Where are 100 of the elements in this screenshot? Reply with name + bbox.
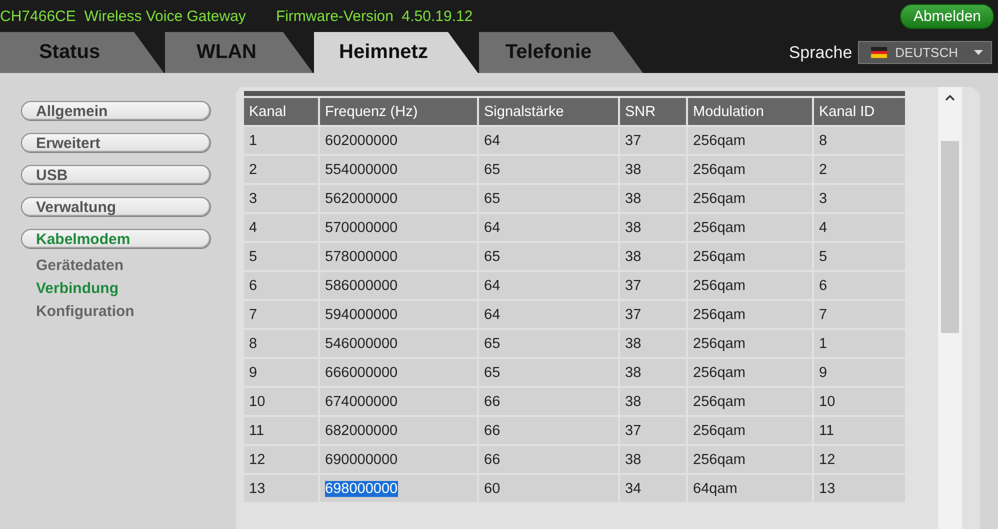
table-cell: 256qam — [688, 446, 812, 473]
table-cell: 256qam — [688, 330, 812, 357]
table-cell: 13 — [244, 475, 318, 502]
table-cell: 6 — [814, 272, 905, 299]
table-cell: 602000000 — [320, 127, 477, 154]
table-cell: 682000000 — [320, 417, 477, 444]
table-cell: 4 — [814, 214, 905, 241]
table-cell: 5 — [244, 243, 318, 270]
column-header: Modulation — [688, 98, 812, 125]
sidebar-subitem[interactable]: Gerätedaten — [21, 257, 236, 274]
table-cell: 674000000 — [320, 388, 477, 415]
sidebar-item[interactable]: Kabelmodem — [21, 229, 211, 249]
column-header: Signalstärke — [479, 98, 618, 125]
table-cell: 38 — [620, 185, 686, 212]
nav-tab[interactable]: Status — [0, 32, 164, 73]
table-cell: 578000000 — [320, 243, 477, 270]
table-cell: 65 — [479, 243, 618, 270]
table-cell: 1 — [244, 127, 318, 154]
table-cell: 256qam — [688, 417, 812, 444]
table-cell: 34 — [620, 475, 686, 502]
table-cell: 570000000 — [320, 214, 477, 241]
column-header: Kanal ID — [814, 98, 905, 125]
flag-icon — [871, 47, 888, 58]
table-cell: 65 — [479, 185, 618, 212]
table-cell: 12 — [814, 446, 905, 473]
table-cell: 64 — [479, 214, 618, 241]
table-cell: 11 — [244, 417, 318, 444]
caret-icon — [974, 50, 983, 55]
table-cell: 64 — [479, 301, 618, 328]
table-cell: 10 — [814, 388, 905, 415]
nav-tab[interactable]: WLAN — [165, 32, 313, 73]
table-cell: 66 — [479, 388, 618, 415]
table-cell: 38 — [620, 156, 686, 183]
device-model: CH7466CE Wireless Voice Gateway — [0, 8, 246, 24]
table-cell: 2 — [814, 156, 905, 183]
table-cell: 66 — [479, 417, 618, 444]
table-cell: 37 — [620, 417, 686, 444]
column-header: Kanal — [244, 98, 318, 125]
language-label: Sprache — [788, 42, 852, 62]
table-cell: 554000000 — [320, 156, 477, 183]
table-cell: 65 — [479, 330, 618, 357]
scroll-up-icon[interactable] — [945, 95, 955, 101]
column-header: SNR — [620, 98, 686, 125]
table-cell: 3 — [814, 185, 905, 212]
table-cell: 10 — [244, 388, 318, 415]
table-cell: 256qam — [688, 301, 812, 328]
table-cell: 64 — [479, 127, 618, 154]
table-cell: 256qam — [688, 214, 812, 241]
table-cell: 64 — [479, 272, 618, 299]
table-cell: 38 — [620, 388, 686, 415]
sidebar-item[interactable]: Verwaltung — [21, 197, 211, 217]
table-cell: 65 — [479, 156, 618, 183]
table-cell: 594000000 — [320, 301, 477, 328]
table-cell: 66 — [479, 446, 618, 473]
table-cell: 38 — [620, 243, 686, 270]
table-cell: 65 — [479, 359, 618, 386]
table-cell: 8 — [244, 330, 318, 357]
table-cell: 546000000 — [320, 330, 477, 357]
table-cell: 256qam — [688, 185, 812, 212]
table-cell: 562000000 — [320, 185, 477, 212]
scrollbar[interactable] — [938, 87, 962, 529]
table-cell: 5 — [814, 243, 905, 270]
table-cell: 256qam — [688, 127, 812, 154]
table-cell: 38 — [620, 359, 686, 386]
table-cell: 586000000 — [320, 272, 477, 299]
table-cell: 666000000 — [320, 359, 477, 386]
table-cell: 38 — [620, 214, 686, 241]
table-cell: 13 — [814, 475, 905, 502]
sidebar-item[interactable]: Allgemein — [21, 101, 211, 121]
table-cell: 60 — [479, 475, 618, 502]
table-cell: 9 — [244, 359, 318, 386]
table-cell: 256qam — [688, 243, 812, 270]
table-cell: 698000000 — [320, 475, 477, 502]
table-cell: 2 — [244, 156, 318, 183]
sidebar-item[interactable]: Erweitert — [21, 133, 211, 153]
table-cell: 256qam — [688, 388, 812, 415]
table-cell: 7 — [244, 301, 318, 328]
table-cell: 1 — [814, 330, 905, 357]
nav-tab[interactable]: Telefonie — [479, 32, 643, 73]
table-cell: 6 — [244, 272, 318, 299]
table-cell: 256qam — [688, 156, 812, 183]
sidebar-item[interactable]: USB — [21, 165, 211, 185]
sidebar-subitem[interactable]: Konfiguration — [21, 303, 236, 320]
table-cell: 37 — [620, 272, 686, 299]
firmware-version: Firmware-Version 4.50.19.12 — [276, 8, 473, 24]
sidebar-subitem[interactable]: Verbindung — [21, 280, 236, 297]
table-cell: 9 — [814, 359, 905, 386]
table-cell: 37 — [620, 301, 686, 328]
table-cell: 4 — [244, 214, 318, 241]
nav-tab[interactable]: Heimnetz — [314, 32, 478, 73]
table-cell: 38 — [620, 446, 686, 473]
table-cell: 12 — [244, 446, 318, 473]
table-cell: 37 — [620, 127, 686, 154]
column-header: Frequenz (Hz) — [320, 98, 477, 125]
logout-button[interactable]: Abmelden — [900, 4, 994, 28]
table-cell: 3 — [244, 185, 318, 212]
table-cell: 8 — [814, 127, 905, 154]
language-dropdown[interactable]: DEUTSCH — [858, 41, 992, 64]
table-cell: 7 — [814, 301, 905, 328]
table-cell: 38 — [620, 330, 686, 357]
